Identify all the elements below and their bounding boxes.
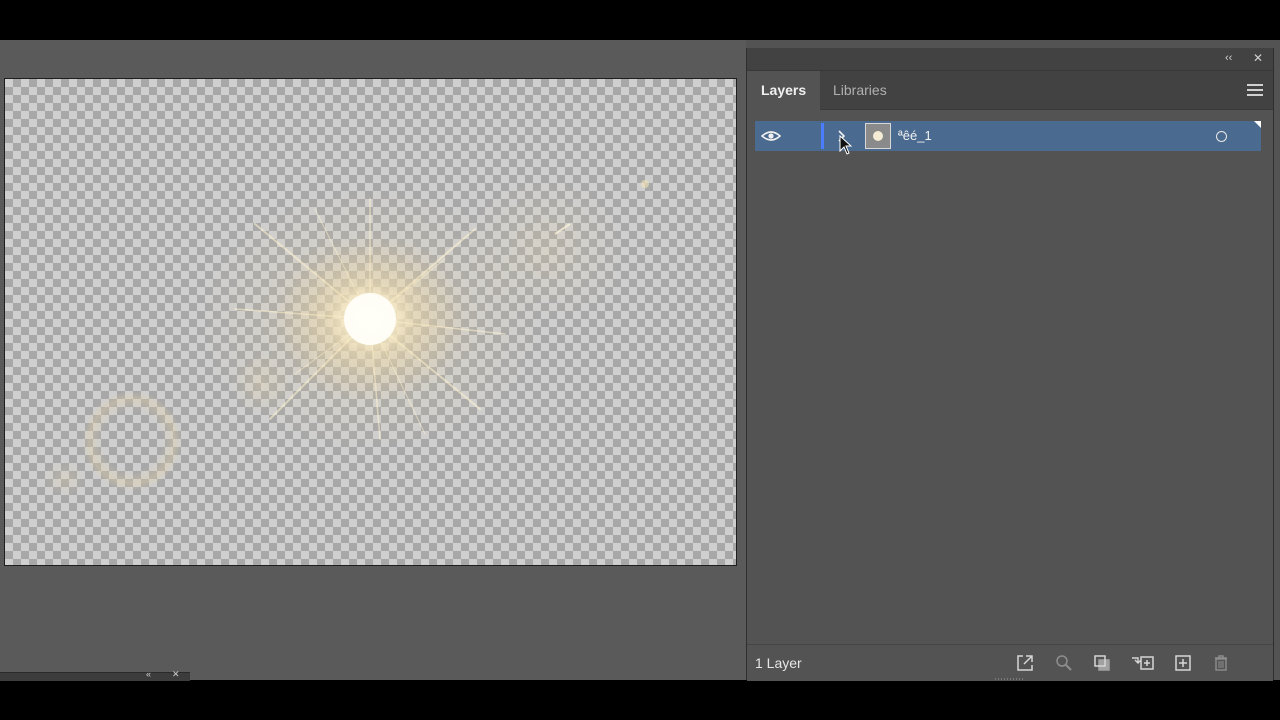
create-sublayer-icon[interactable]	[1131, 653, 1155, 673]
hamburger-menu-icon[interactable]	[1247, 84, 1263, 96]
double-chevron-left-icon[interactable]: «	[146, 669, 151, 679]
layer-name[interactable]: ªêé_1	[898, 128, 932, 143]
mouse-pointer-icon	[839, 135, 853, 155]
tab-libraries[interactable]: Libraries	[819, 71, 901, 109]
target-circle-icon[interactable]	[1216, 131, 1227, 142]
layer-thumbnail	[865, 123, 891, 149]
panel-resize-grip[interactable]	[995, 678, 1025, 680]
close-icon[interactable]: ✕	[1253, 51, 1263, 65]
double-chevron-left-icon[interactable]: ‹‹	[1225, 51, 1232, 65]
layers-panel: ‹‹ ✕ Layers Libraries ªêé_1 1 Layer	[746, 48, 1274, 681]
close-icon[interactable]: ✕	[172, 669, 180, 679]
layer-list: ªêé_1	[755, 118, 1261, 640]
layer-count-label: 1 Layer	[755, 655, 802, 671]
document-workspace: « ✕	[0, 40, 746, 681]
tab-layers[interactable]: Layers	[747, 71, 821, 110]
lens-flare-artwork	[43, 179, 649, 497]
locate-object-icon[interactable]	[1054, 653, 1074, 673]
delete-icon[interactable]	[1211, 653, 1231, 673]
panel-footer: 1 Layer	[747, 644, 1273, 681]
create-layer-icon[interactable]	[1173, 653, 1193, 673]
export-icon[interactable]	[1015, 653, 1035, 673]
panel-title-bar: ‹‹ ✕	[747, 48, 1273, 71]
eye-icon[interactable]	[761, 129, 781, 143]
collapsed-panel-bar: « ✕	[0, 669, 190, 681]
application-window: « ✕ ‹‹ ✕ Layers Libraries ªêé_1 1 Layer	[0, 40, 1280, 681]
make-clipping-mask-icon[interactable]	[1092, 653, 1112, 673]
layer-row[interactable]: ªêé_1	[755, 121, 1261, 155]
panel-tabbar: Layers Libraries	[747, 71, 1273, 110]
layer-color-indicator	[821, 123, 824, 149]
artboard[interactable]	[4, 78, 737, 566]
selection-corner-icon	[1254, 121, 1261, 128]
